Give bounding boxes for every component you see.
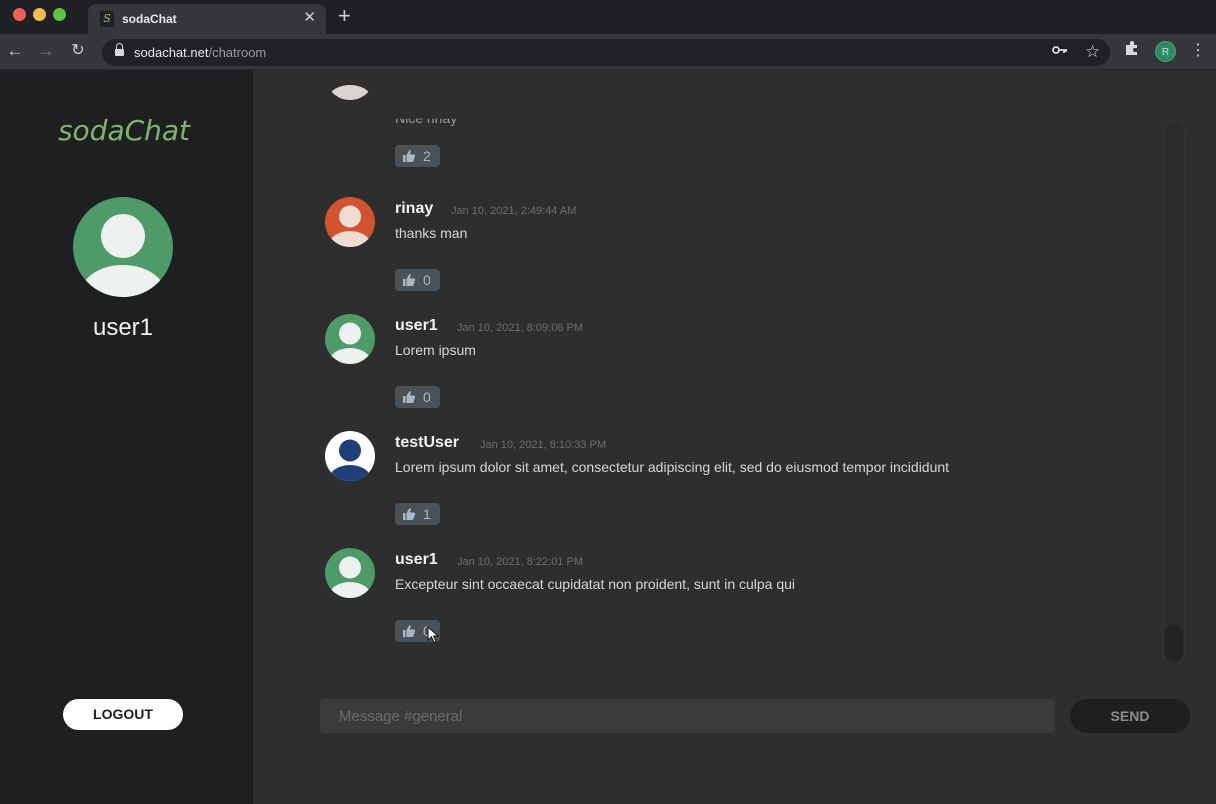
like-button[interactable]: 2 <box>395 145 440 167</box>
minimize-window-button[interactable] <box>33 8 46 21</box>
like-count: 0 <box>423 389 431 405</box>
like-button[interactable]: 0 <box>395 269 440 291</box>
message-author: user1 <box>395 317 438 334</box>
reload-icon[interactable]: ↻ <box>68 41 88 61</box>
browser-toolbar: ← → ↻ sodachat.net/chatroom ☆ R ⋮ <box>0 34 1216 70</box>
browser-tab[interactable]: S sodaChat ✕ <box>88 4 326 34</box>
browser-tab-bar: S sodaChat ✕ + <box>0 0 1216 34</box>
forward-arrow-icon[interactable]: → <box>36 41 56 61</box>
message-author: user1 <box>395 551 438 568</box>
like-count: 1 <box>423 506 431 522</box>
message-avatar <box>325 197 375 247</box>
message-text: Nice rinay <box>395 110 458 126</box>
like-button[interactable]: 1 <box>395 503 440 525</box>
scrollbar-track[interactable] <box>1163 120 1185 665</box>
message-text: Lorem ipsum dolor sit amet, consectetur … <box>395 459 950 475</box>
url-host: sodachat.net <box>134 45 209 60</box>
profile-avatar[interactable]: R <box>1155 41 1176 62</box>
mouse-pointer-icon <box>427 626 440 644</box>
message-timestamp: Jan 10, 2021, 8:09:06 PM <box>457 322 583 334</box>
message-avatar <box>325 548 375 598</box>
thumbs-up-icon <box>403 150 416 162</box>
current-username: user1 <box>92 314 154 341</box>
user-avatar <box>73 197 173 297</box>
url-text[interactable]: sodachat.net/chatroom <box>134 45 266 60</box>
thumbs-up-icon <box>403 508 416 520</box>
favicon-icon: S <box>100 11 114 27</box>
key-icon[interactable] <box>1052 44 1068 56</box>
message-text: Excepteur sint occaecat cupidatat non pr… <box>395 576 796 592</box>
message-avatar <box>325 70 375 100</box>
url-path: /chatroom <box>208 45 267 60</box>
thumbs-up-icon <box>403 391 416 403</box>
message-author: testUser <box>395 434 460 451</box>
message-author: rinay <box>395 200 434 217</box>
extensions-puzzle-icon[interactable] <box>1124 40 1140 56</box>
sidebar: sodaChat user1 LOGOUT <box>0 70 253 804</box>
chat-panel: Nice rinay 2 rinay Jan 10, 2021, 2:49:44… <box>253 70 1216 804</box>
like-count: 0 <box>423 272 431 288</box>
tab-title: sodaChat <box>122 12 177 26</box>
thumbs-up-icon <box>403 625 416 637</box>
scrollbar-thumb[interactable] <box>1165 625 1183 661</box>
maximize-window-button[interactable] <box>53 8 66 21</box>
message-timestamp: Jan 10, 2021, 8:10:33 PM <box>480 439 606 451</box>
thumbs-up-icon <box>403 274 416 286</box>
message-input[interactable] <box>320 699 1055 733</box>
back-arrow-icon[interactable]: ← <box>5 41 25 61</box>
like-button[interactable]: 0 <box>395 386 440 408</box>
close-window-button[interactable] <box>13 8 26 21</box>
new-tab-icon[interactable]: + <box>338 4 351 28</box>
send-button[interactable]: SEND <box>1070 699 1190 733</box>
message-avatar <box>325 314 375 364</box>
bookmark-star-icon[interactable]: ☆ <box>1085 42 1100 62</box>
more-menu-icon[interactable]: ⋮ <box>1190 41 1206 61</box>
message-text: thanks man <box>395 225 468 241</box>
message-text: Lorem ipsum <box>395 342 476 358</box>
like-count: 2 <box>423 148 431 164</box>
message-timestamp: Jan 10, 2021, 8:22:01 PM <box>457 556 583 568</box>
close-tab-icon[interactable]: ✕ <box>303 9 316 27</box>
message-avatar <box>325 431 375 481</box>
logout-button[interactable]: LOGOUT <box>63 699 183 730</box>
address-bar[interactable]: sodachat.net/chatroom ☆ <box>102 39 1110 66</box>
app-logo: sodaChat <box>57 114 191 147</box>
lock-icon <box>115 43 124 58</box>
message-timestamp: Jan 10, 2021, 2:49:44 AM <box>451 205 577 217</box>
